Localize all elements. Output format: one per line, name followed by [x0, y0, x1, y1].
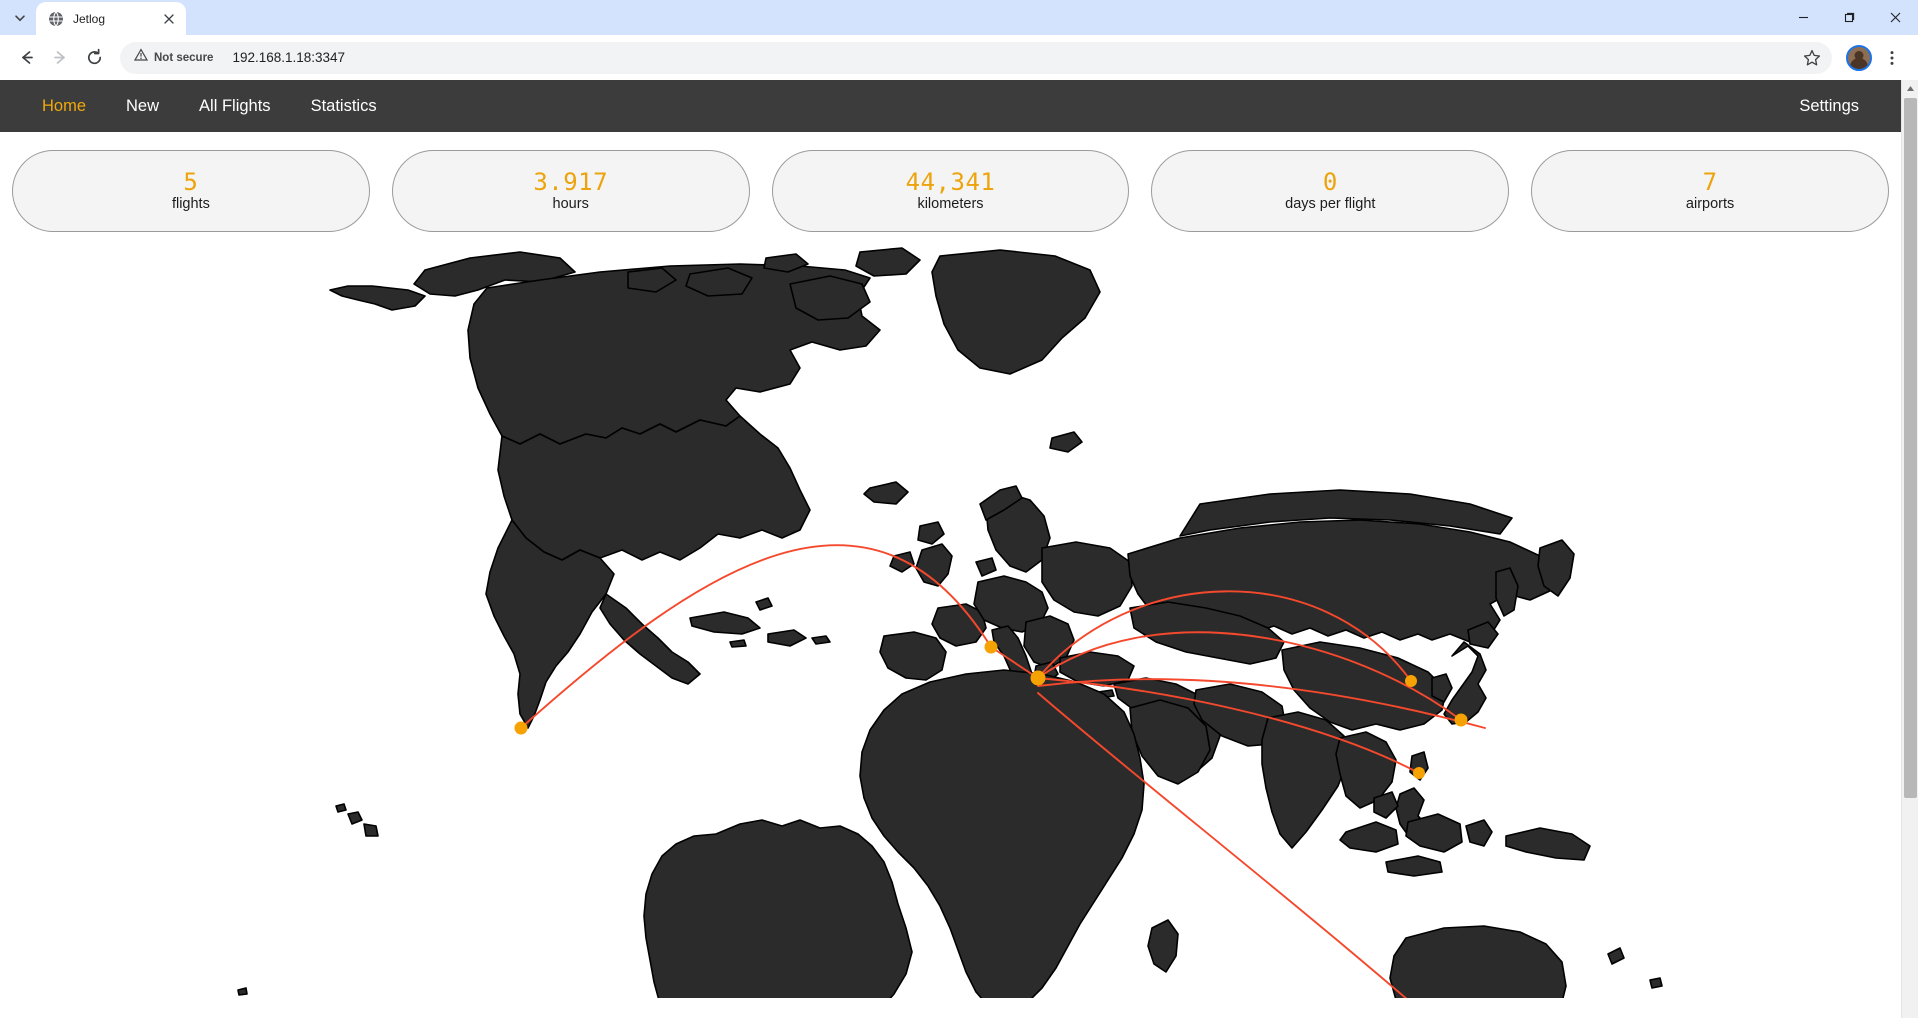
minimize-icon[interactable] — [1780, 0, 1826, 35]
landmass-new-caledonia — [1607, 947, 1625, 965]
flight-route-map[interactable] — [0, 232, 1901, 1002]
nav-item-home[interactable]: Home — [22, 80, 106, 132]
landmass-new-guinea — [1505, 827, 1591, 861]
landmass-iceland — [863, 481, 909, 505]
tab-title: Jetlog — [73, 11, 106, 26]
nav-item-new[interactable]: New — [106, 80, 179, 132]
three-dots-vertical-icon[interactable] — [1876, 42, 1908, 74]
stats-row: 5 flights 3.917 hours 44,341 kilometers … — [0, 132, 1901, 232]
landmass-iberia — [879, 631, 947, 681]
navbar-links: Home New All Flights Statistics — [22, 80, 397, 132]
landmass-fiji — [1649, 977, 1663, 989]
airport-marker-istanbul-hub — [1030, 670, 1046, 686]
airport-marker-san-francisco — [514, 721, 528, 735]
stat-label: flights — [171, 196, 210, 213]
browser-tab[interactable]: Jetlog — [36, 2, 186, 35]
world-map-svg — [237, 247, 1663, 998]
airport-marker-tokyo — [1454, 713, 1468, 727]
landmass-central-america — [599, 593, 701, 685]
stat-card-kilometers[interactable]: 44,341 kilometers — [771, 150, 1130, 232]
stat-value: 7 — [1702, 168, 1718, 197]
landmass-scotland — [917, 521, 945, 545]
stat-label: airports — [1685, 196, 1735, 213]
nav-item-settings[interactable]: Settings — [1779, 97, 1879, 115]
stat-value: 44,341 — [905, 168, 996, 197]
landmass-galapagos — [237, 987, 248, 996]
landmass-indonesia-sumatra — [1339, 821, 1399, 853]
reload-icon[interactable] — [78, 42, 110, 74]
warning-triangle-icon — [133, 48, 149, 67]
landmass-usa — [497, 415, 811, 561]
close-icon[interactable] — [160, 10, 178, 28]
map-landmasses — [237, 247, 1663, 998]
stat-card-flights[interactable]: 5 flights — [12, 150, 370, 232]
address-bar[interactable]: Not secure 192.168.1.18:3347 — [120, 41, 1832, 74]
landmass-greenland — [931, 249, 1101, 375]
stat-label: days per flight — [1285, 196, 1376, 213]
globe-icon — [48, 11, 64, 27]
landmass-indonesia-java — [1385, 855, 1443, 877]
landmass-cuba — [689, 611, 761, 635]
stat-value: 5 — [183, 168, 199, 197]
stat-card-airports[interactable]: 7 airports — [1531, 150, 1889, 232]
landmass-eastern-europe — [1041, 541, 1133, 617]
landmass-korea — [1431, 673, 1453, 703]
security-status-chip[interactable]: Not secure — [130, 45, 222, 70]
landmass-ireland — [889, 551, 915, 573]
landmass-india — [1261, 711, 1349, 849]
browser-window: Jetlog Not secure 192.168.1.18:3347 Home… — [0, 0, 1918, 1018]
avatar[interactable] — [1846, 44, 1872, 71]
stat-card-hours[interactable]: 3.917 hours — [391, 150, 750, 232]
jetlog-app: Home New All Flights Statistics Settings… — [0, 80, 1901, 1018]
url-text[interactable]: 192.168.1.18:3347 — [232, 50, 1826, 65]
landmass-puerto-rico — [811, 635, 831, 645]
landmass-south-america — [643, 819, 913, 998]
nav-item-all-flights[interactable]: All Flights — [179, 80, 291, 132]
app-navbar: Home New All Flights Statistics Settings — [0, 80, 1901, 132]
landmass-hispaniola — [767, 629, 807, 647]
landmass-hawaii — [335, 803, 379, 837]
arrow-left-icon[interactable] — [10, 42, 42, 74]
stat-label: hours — [552, 196, 589, 213]
scroll-up-arrow-icon[interactable] — [1902, 80, 1918, 97]
airport-marker-northeast-asia — [1405, 675, 1417, 687]
stat-label: kilometers — [917, 196, 984, 213]
airport-marker-taipei — [1413, 767, 1425, 779]
window-close-icon[interactable] — [1872, 0, 1918, 35]
navbar-right: Settings — [1779, 80, 1879, 132]
maximize-icon[interactable] — [1826, 0, 1872, 35]
landmass-svalbard — [1049, 431, 1083, 453]
browser-toolbar: Not secure 192.168.1.18:3347 — [0, 35, 1918, 80]
landmass-borneo — [1405, 813, 1463, 853]
landmass-aleutians — [329, 285, 426, 311]
landmass-bahamas — [755, 597, 773, 611]
stat-card-days-per-flight[interactable]: 0 days per flight — [1151, 150, 1510, 232]
landmass-madagascar — [1147, 919, 1179, 973]
chevron-down-icon[interactable] — [6, 4, 34, 32]
nav-item-statistics[interactable]: Statistics — [291, 80, 397, 132]
arrow-right-icon[interactable] — [44, 42, 76, 74]
window-controls — [1780, 0, 1918, 35]
scrollbar-thumb[interactable] — [1904, 98, 1917, 798]
landmass-ellesmere — [855, 247, 921, 277]
landmass-denmark — [975, 557, 997, 577]
landmass-australia — [1389, 925, 1567, 998]
stat-value: 3.917 — [533, 168, 609, 197]
airport-marker-germany — [984, 640, 998, 654]
stat-value: 0 — [1322, 168, 1338, 197]
page-viewport: Home New All Flights Statistics Settings… — [0, 80, 1918, 1018]
star-icon[interactable] — [1796, 42, 1828, 74]
page-scrollbar[interactable] — [1901, 80, 1918, 1018]
landmass-jamaica — [729, 639, 747, 648]
tab-strip: Jetlog — [0, 0, 1918, 35]
landmass-sulawesi — [1465, 819, 1493, 847]
security-status-label: Not secure — [154, 51, 214, 64]
